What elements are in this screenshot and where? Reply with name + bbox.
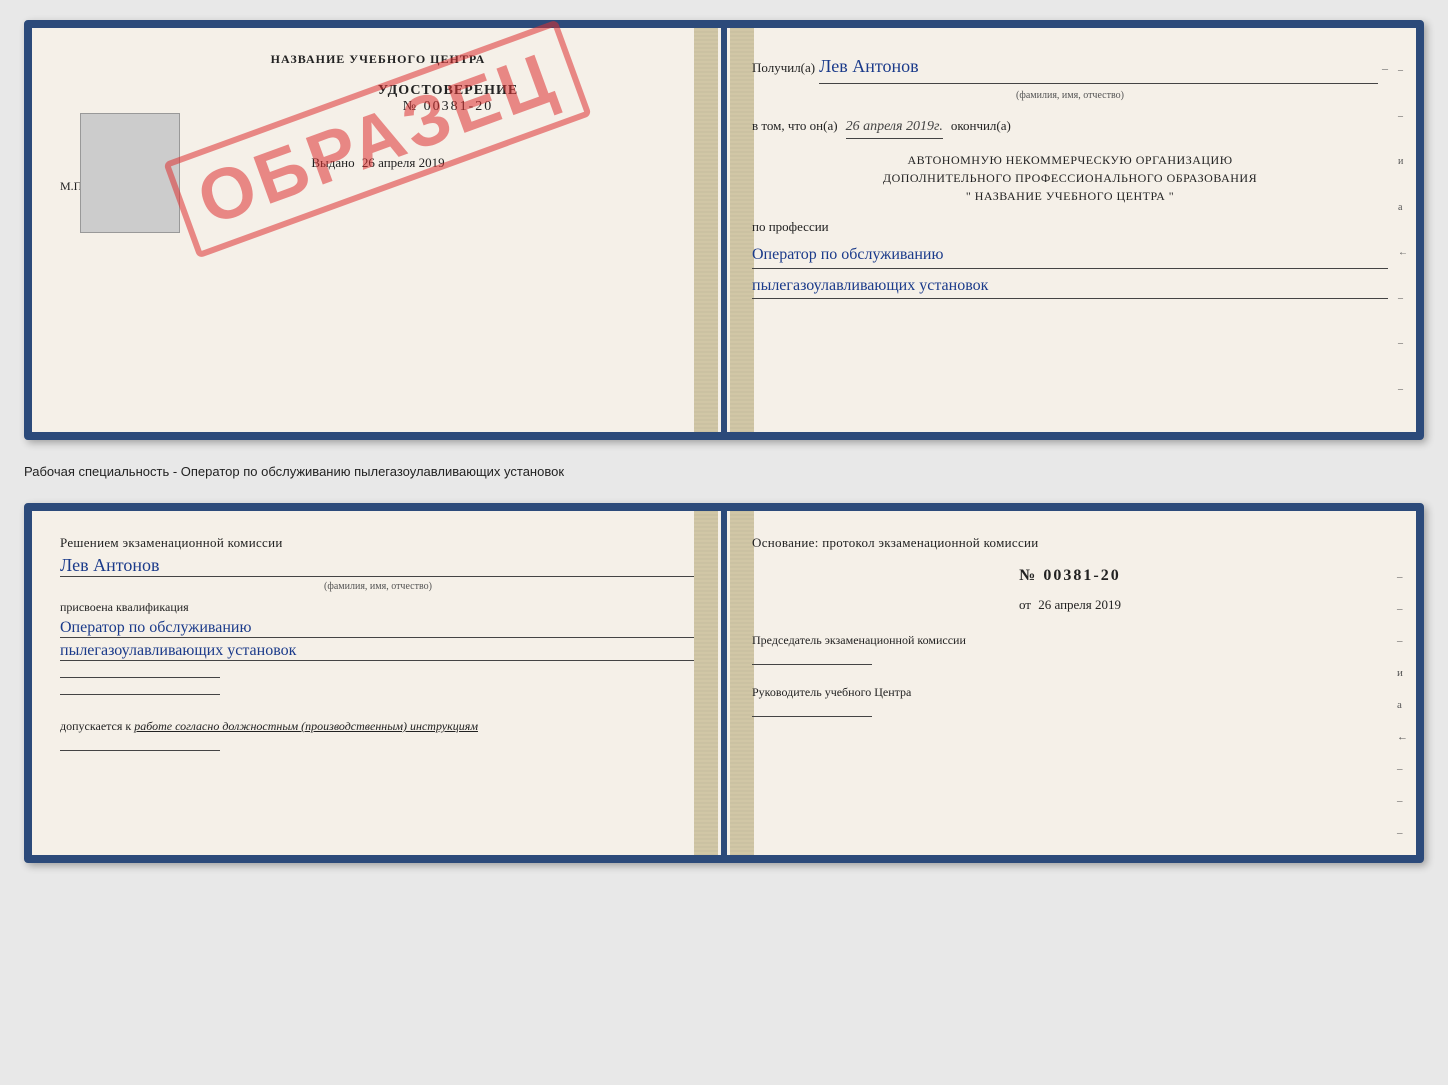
bsc-5: – xyxy=(1397,795,1408,807)
ot-date-value: 26 апреля 2019 xyxy=(1038,597,1121,612)
ot-date-line: от 26 апреля 2019 xyxy=(752,597,1388,613)
photo-placeholder xyxy=(80,113,180,233)
signature-line-3 xyxy=(60,750,220,751)
osnovanie-text: Основание: протокол экзаменационной коми… xyxy=(752,535,1388,551)
top-certificate: НАЗВАНИЕ УЧЕБНОГО ЦЕНТРА УДОСТОВЕРЕНИЕ №… xyxy=(24,20,1424,440)
udo-title: УДОСТОВЕРЕНИЕ xyxy=(378,83,518,99)
poluchil-label: Получил(а) xyxy=(752,58,815,79)
bsc-6: – xyxy=(1397,827,1408,839)
side-dash-2: – xyxy=(1398,111,1408,122)
cert-header: НАЗВАНИЕ УЧЕБНОГО ЦЕНТРА xyxy=(60,52,696,67)
signature-line-1 xyxy=(60,677,220,678)
profession-line1: Оператор по обслуживанию xyxy=(752,242,1388,269)
side-dash-arrow: ← xyxy=(1398,247,1408,258)
rukovoditel-label: Руководитель учебного Центра xyxy=(752,685,1388,700)
fio-label-top: (фамилия, имя, отчество) xyxy=(752,88,1388,104)
bottom-certificate: Решением экзаменационной комиссии Лев Ан… xyxy=(24,503,1424,863)
ot-label: от xyxy=(1019,597,1031,612)
cert-left-page: НАЗВАНИЕ УЧЕБНОГО ЦЕНТРА УДОСТОВЕРЕНИЕ №… xyxy=(32,28,724,432)
rukovoditel-sig-line xyxy=(752,716,872,717)
dash-right: – xyxy=(1382,59,1388,78)
vydano-date: 26 апреля 2019 xyxy=(362,155,445,170)
dopuskaetsya-prefix: допускается к xyxy=(60,719,131,733)
side-dash-3: – xyxy=(1398,293,1408,304)
org-line2: ДОПОЛНИТЕЛЬНОГО ПРОФЕССИОНАЛЬНОГО ОБРАЗО… xyxy=(752,169,1388,187)
resheniem-label: Решением экзаменационной комиссии xyxy=(60,535,696,551)
bottom-right-page: Основание: протокол экзаменационной коми… xyxy=(724,511,1416,855)
bsc-arrow: ← xyxy=(1397,731,1408,743)
org-line3: " НАЗВАНИЕ УЧЕБНОГО ЦЕНТРА " xyxy=(752,187,1388,205)
po-professii-label: по профессии xyxy=(752,217,1388,238)
bottom-side-chars: – – – и а ← – – – xyxy=(1397,571,1408,839)
side-dash-1: – xyxy=(1398,65,1408,76)
poluchil-line: Получил(а) Лев Антонов – xyxy=(752,52,1388,84)
predsedatel-label: Председатель экзаменационной комиссии xyxy=(752,633,1388,648)
side-dash-a: а xyxy=(1398,202,1408,213)
qual-line1: Оператор по обслуживанию xyxy=(60,619,696,638)
bsc-4: – xyxy=(1397,763,1408,775)
bsc-a: а xyxy=(1397,699,1408,711)
vtom-line: в том, что он(а) 26 апреля 2019г. окончи… xyxy=(752,116,1388,139)
org-line1: АВТОНОМНУЮ НЕКОММЕРЧЕСКУЮ ОРГАНИЗАЦИЮ xyxy=(752,151,1388,169)
vtom-label: в том, что он(а) xyxy=(752,116,838,137)
fio-sub-bottom: (фамилия, имя, отчество) xyxy=(60,581,696,592)
middle-text: Рабочая специальность - Оператор по обсл… xyxy=(24,456,1424,487)
side-dash-i: и xyxy=(1398,156,1408,167)
right-content: Получил(а) Лев Антонов – (фамилия, имя, … xyxy=(752,52,1388,299)
dopuskaetsya-block: допускается к работе согласно должностны… xyxy=(60,719,696,734)
predsedatel-sig-line xyxy=(752,664,872,665)
side-dashes: – – и а ← – – – xyxy=(1398,28,1408,432)
org-block: АВТОНОМНУЮ НЕКОММЕРЧЕСКУЮ ОРГАНИЗАЦИЮ ДО… xyxy=(752,151,1388,205)
bottom-left-page: Решением экзаменационной комиссии Лев Ан… xyxy=(32,511,724,855)
completion-date: 26 апреля 2019г. xyxy=(846,116,943,139)
bsc-i: и xyxy=(1397,667,1408,679)
recipient-name: Лев Антонов xyxy=(819,52,1378,84)
bsc-1: – xyxy=(1397,571,1408,583)
side-dash-5: – xyxy=(1398,384,1408,395)
qual-line2: пылегазоулавливающих установок xyxy=(60,642,696,661)
vydano-label: Выдано xyxy=(311,155,354,170)
page-wrapper: НАЗВАНИЕ УЧЕБНОГО ЦЕНТРА УДОСТОВЕРЕНИЕ №… xyxy=(24,20,1424,863)
cert-right-page: Получил(а) Лев Антонов – (фамилия, имя, … xyxy=(724,28,1416,432)
udo-number: № 00381-20 xyxy=(378,99,518,115)
signature-line-2 xyxy=(60,694,220,695)
bsc-3: – xyxy=(1397,635,1408,647)
bsc-2: – xyxy=(1397,603,1408,615)
cert-number-bottom: № 00381-20 xyxy=(752,567,1388,585)
dopuskaetsya-text: работе согласно должностным (производств… xyxy=(134,719,478,733)
prisvoyena-label: присвоена квалификация xyxy=(60,600,696,615)
profession-line2: пылегазоулавливающих установок xyxy=(752,273,1388,300)
okoncil-label: окончил(а) xyxy=(951,116,1011,137)
udo-container: УДОСТОВЕРЕНИЕ № 00381-20 xyxy=(60,83,696,115)
side-dash-4: – xyxy=(1398,338,1408,349)
bottom-name: Лев Антонов xyxy=(60,555,696,577)
